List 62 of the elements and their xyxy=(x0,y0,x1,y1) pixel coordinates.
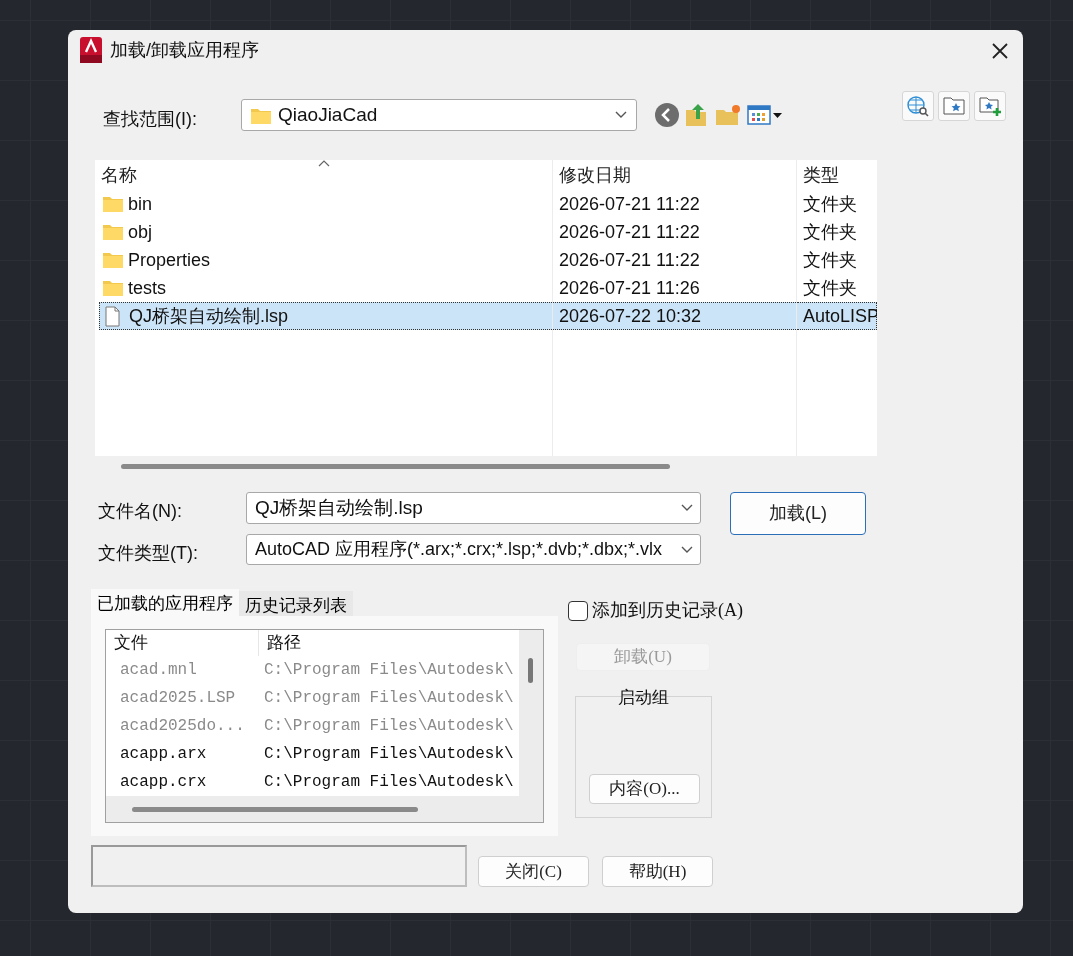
app-file: acapp.crx xyxy=(119,772,208,793)
app-file: acad2025.LSP xyxy=(119,688,237,709)
modified-date: 2026-07-21 11:22 xyxy=(559,192,700,216)
column-header[interactable]: 修改日期 xyxy=(553,160,796,190)
file-type-dropdown[interactable]: AutoCAD 应用程序(*.arx;*.crx;*.lsp;*.dvb;*.dbx;*.vlx xyxy=(246,534,701,565)
app-path: C:\Program Files\Autodesk\ xyxy=(264,688,514,709)
column-header[interactable]: 类型 xyxy=(797,160,877,190)
back-icon xyxy=(654,102,680,128)
file-name: tests xyxy=(128,276,166,300)
file-name-label: 文件名(N): xyxy=(98,500,183,523)
contents-button[interactable]: 内容(O)... xyxy=(589,774,700,804)
file-row[interactable]: obj xyxy=(99,218,552,246)
help-button[interactable]: 帮助(H) xyxy=(602,856,713,887)
file-name: obj xyxy=(128,220,153,244)
close-dialog-button[interactable]: 关闭(C) xyxy=(478,856,589,887)
app-file: acad.mnl xyxy=(119,660,198,681)
scrollbar-thumb[interactable] xyxy=(121,464,670,469)
checkbox[interactable] xyxy=(568,600,588,621)
app-file: acapp.arx xyxy=(119,744,208,765)
file-type: 文件夹 xyxy=(803,248,857,272)
look-in-label: 查找范围(I): xyxy=(103,107,198,131)
app-path: C:\Program Files\Autodesk\ xyxy=(264,660,514,681)
column-header[interactable]: 路径 xyxy=(259,630,301,656)
modified-date: 2026-07-21 11:26 xyxy=(559,276,700,300)
add-favorite-icon[interactable] xyxy=(974,91,1006,121)
file-type: 文件夹 xyxy=(803,220,857,244)
file-row[interactable]: tests xyxy=(99,274,552,302)
modified-date: 2026-07-21 11:22 xyxy=(559,220,700,244)
app-path: C:\Program Files\Autodesk\ xyxy=(264,744,514,765)
file-row[interactable]: QJ桥架自动绘制.lsp xyxy=(99,302,552,330)
favorites-folder-icon[interactable] xyxy=(938,91,970,121)
file-name: QJ桥架自动绘制.lsp xyxy=(129,304,288,328)
window-title: 加载/卸载应用程序 xyxy=(110,38,259,62)
checkbox-label: 添加到历史记录(A) xyxy=(592,599,743,622)
tab[interactable]: 历史记录列表 xyxy=(239,591,353,616)
file-name-field[interactable]: QJ桥架自动绘制.lsp xyxy=(246,492,701,524)
group-title: 启动组 xyxy=(617,687,670,709)
look-in-dropdown[interactable]: QiaoJiaCad xyxy=(241,99,637,131)
tab[interactable]: 已加载的应用程序 xyxy=(91,589,239,616)
file-type: 文件夹 xyxy=(803,192,857,216)
chevron-icon xyxy=(680,503,694,513)
file-type: 文件夹 xyxy=(803,276,857,300)
app-file: acad2025do... xyxy=(119,716,246,737)
column-header[interactable]: 名称 xyxy=(95,160,552,190)
file-row[interactable]: Properties xyxy=(99,246,552,274)
chevron-icon xyxy=(614,110,628,120)
chevron-icon xyxy=(680,544,694,555)
scrollbar-thumb[interactable] xyxy=(528,658,533,683)
file-type-label: 文件类型(T): xyxy=(98,542,199,565)
app-path: C:\Program Files\Autodesk\ xyxy=(264,772,514,793)
modified-date: 2026-07-21 11:22 xyxy=(559,248,700,272)
scrollbar-thumb[interactable] xyxy=(132,807,418,812)
modified-date: 2026-07-22 10:32 xyxy=(559,304,702,328)
app-path: C:\Program Files\Autodesk\ xyxy=(264,716,514,737)
new-folder-icon xyxy=(714,102,742,128)
app-logo-icon xyxy=(80,37,102,63)
load-button[interactable]: 加载(L) xyxy=(730,492,866,535)
web-search-icon[interactable] xyxy=(902,91,934,121)
file-row[interactable]: bin xyxy=(99,190,552,218)
view-menu-icon xyxy=(746,102,784,128)
file-name: bin xyxy=(128,192,153,216)
file-name: Properties xyxy=(128,248,211,272)
